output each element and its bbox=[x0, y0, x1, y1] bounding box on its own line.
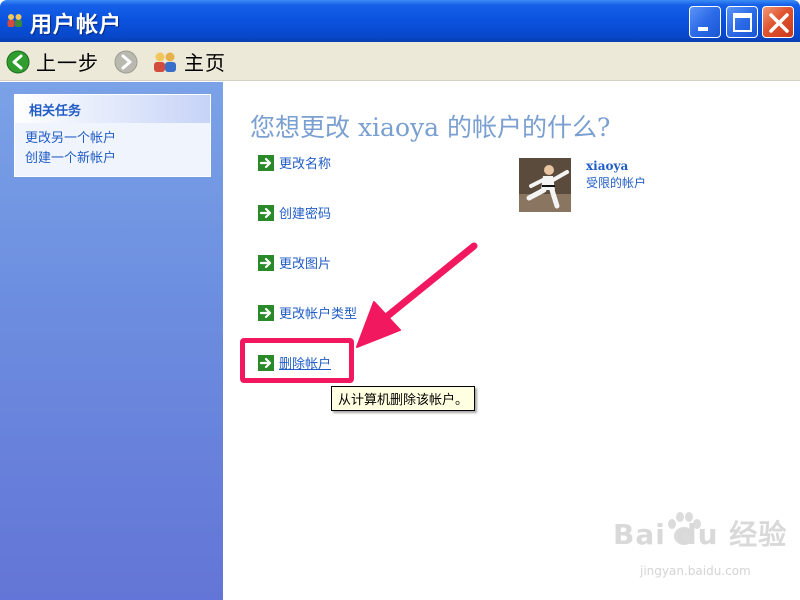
create-new-account-link[interactable]: 创建一个新帐户 bbox=[25, 149, 210, 169]
change-name-label: 更改名称 bbox=[279, 157, 332, 172]
user-account-type: 受限的帐户 bbox=[586, 176, 647, 190]
related-tasks-box: 相关任务 更改另一个帐户 创建一个新帐户 bbox=[14, 94, 211, 177]
karate-picture-icon bbox=[519, 158, 571, 212]
close-icon bbox=[769, 13, 789, 33]
delete-account-tooltip: 从计算机删除该帐户。 bbox=[331, 386, 476, 411]
back-button[interactable]: 上一步 bbox=[6, 42, 99, 81]
home-button[interactable]: 主页 bbox=[152, 42, 226, 81]
user-avatar[interactable] bbox=[519, 158, 571, 212]
maximize-button[interactable] bbox=[726, 6, 758, 38]
change-picture-label: 更改图片 bbox=[279, 257, 332, 272]
green-arrow-icon bbox=[258, 254, 274, 271]
forward-arrow-icon bbox=[114, 50, 138, 73]
change-picture-link[interactable]: 更改图片 bbox=[258, 253, 331, 272]
change-account-type-label: 更改帐户类型 bbox=[279, 307, 358, 322]
close-button[interactable] bbox=[762, 6, 794, 38]
green-arrow-icon bbox=[258, 154, 274, 171]
watermark-brand: Bai du 经验 bbox=[613, 518, 788, 551]
users-home-icon bbox=[154, 52, 176, 72]
watermark-url: jingyan.baidu.com bbox=[640, 564, 751, 578]
task-pane: 相关任务 更改另一个帐户 创建一个新帐户 bbox=[0, 82, 223, 600]
user-name: xiaoya bbox=[586, 159, 629, 173]
change-name-link[interactable]: 更改名称 bbox=[258, 153, 331, 172]
create-password-label: 创建密码 bbox=[279, 207, 332, 222]
users-icon bbox=[7, 14, 22, 27]
back-arrow-icon bbox=[6, 50, 30, 73]
back-label: 上一步 bbox=[36, 51, 99, 75]
window-title: 用户帐户 bbox=[30, 13, 123, 38]
forward-button[interactable] bbox=[114, 42, 138, 81]
toolbar: 上一步 主页 bbox=[0, 42, 800, 81]
maximize-icon bbox=[733, 13, 752, 32]
home-label: 主页 bbox=[184, 51, 226, 75]
green-arrow-icon bbox=[258, 304, 274, 321]
related-tasks-title: 相关任务 bbox=[15, 95, 210, 123]
green-arrow-icon bbox=[258, 204, 274, 221]
page-title: 您想更改 xiaoya 的帐户的什么? bbox=[250, 113, 611, 142]
annotation-highlight-box bbox=[240, 338, 354, 383]
create-password-link[interactable]: 创建密码 bbox=[258, 203, 331, 222]
minimize-button[interactable] bbox=[689, 6, 721, 38]
minimize-icon bbox=[698, 27, 708, 31]
change-other-account-link[interactable]: 更改另一个帐户 bbox=[25, 129, 210, 149]
change-account-type-link[interactable]: 更改帐户类型 bbox=[258, 303, 357, 322]
title-bar[interactable]: 用户帐户 bbox=[0, 0, 800, 42]
